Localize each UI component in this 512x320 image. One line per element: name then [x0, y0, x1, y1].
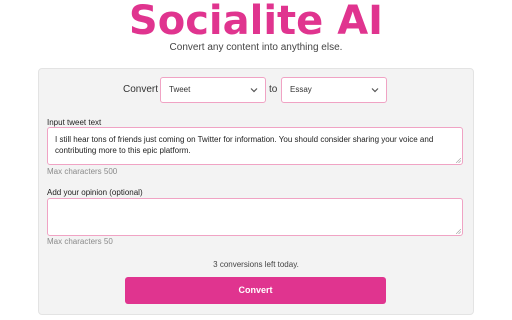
chevron-down-icon: [250, 88, 258, 93]
chevron-down-icon: [371, 88, 379, 93]
input-text-label: Input tweet text: [47, 118, 102, 127]
to-format-select[interactable]: Essay: [281, 77, 387, 103]
app-title: Socialite AI: [128, 0, 384, 44]
to-label: to: [269, 84, 278, 95]
app-subtitle: Convert any content into anything else.: [169, 42, 343, 53]
from-format-select[interactable]: Tweet: [160, 77, 266, 103]
opinion-label: Add your opinion (optional): [47, 188, 143, 197]
resize-grip-icon[interactable]: [456, 158, 461, 163]
to-format-value: Essay: [290, 85, 312, 94]
input-max-characters: Max characters 500: [47, 167, 118, 176]
from-format-value: Tweet: [169, 85, 191, 94]
opinion-text-area[interactable]: [47, 198, 463, 236]
input-text-area[interactable]: I still hear tons of friends just coming…: [47, 127, 463, 165]
convert-button[interactable]: Convert: [125, 277, 386, 304]
conversions-left-status: 3 conversions left today.: [213, 260, 299, 269]
input-text-value: I still hear tons of friends just coming…: [55, 135, 434, 155]
converter-card: Convert Tweet to Essay Input tweet text …: [38, 68, 474, 315]
convert-row: Convert Tweet to Essay: [39, 77, 473, 105]
opinion-max-characters: Max characters 50: [47, 237, 113, 246]
page: Socialite AI Convert any content into an…: [0, 0, 512, 320]
resize-grip-icon[interactable]: [456, 229, 461, 234]
convert-label: Convert: [123, 84, 159, 95]
